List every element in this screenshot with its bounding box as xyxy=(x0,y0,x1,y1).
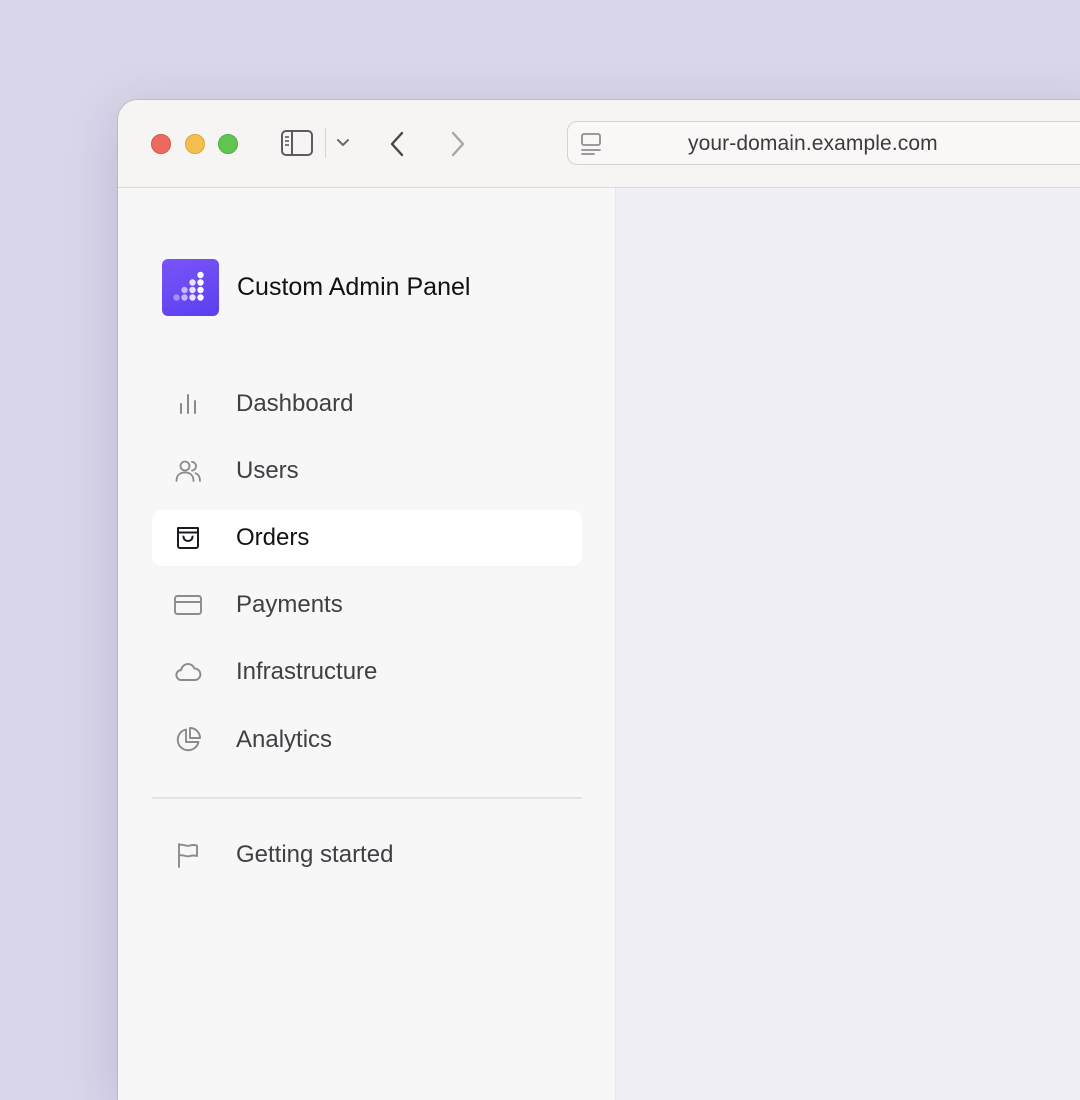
sidebar-item-label: Dashboard xyxy=(236,390,354,417)
url-text[interactable]: your-domain.example.com xyxy=(688,122,938,166)
bar-chart-icon xyxy=(180,394,196,414)
page-icon xyxy=(581,133,601,155)
sidebar-item-infrastructure[interactable]: Infrastructure xyxy=(152,644,582,700)
browser-window: your-domain.example.com Custom Admin Pan… xyxy=(118,100,1080,1100)
chevron-down-icon[interactable] xyxy=(335,137,351,149)
sidebar-item-label: Users xyxy=(236,457,299,484)
users-icon xyxy=(175,460,201,482)
pie-chart-icon xyxy=(176,727,201,752)
dot-grid-logo-icon xyxy=(162,259,219,316)
sidebar-item-getting-started[interactable]: Getting started xyxy=(152,827,582,883)
sidebar-item-label: Analytics xyxy=(236,726,333,753)
sidebar-toggle-icon[interactable] xyxy=(280,129,314,157)
toolbar-divider xyxy=(325,128,326,158)
credit-card-icon xyxy=(174,595,202,615)
sidebar-item-label: Payments xyxy=(236,591,343,618)
sidebar-item-label: Getting started xyxy=(236,841,394,868)
minimize-window-button[interactable] xyxy=(185,134,205,154)
sidebar-item-dashboard[interactable]: Dashboard xyxy=(152,376,582,432)
sidebar-item-label: Infrastructure xyxy=(236,658,378,685)
browser-toolbar: your-domain.example.com xyxy=(118,100,1080,188)
sidebar-item-users[interactable]: Users xyxy=(152,443,582,499)
flag-icon xyxy=(178,843,198,868)
address-bar[interactable]: your-domain.example.com xyxy=(567,121,1080,165)
cloud-icon xyxy=(175,663,202,681)
sidebar-divider xyxy=(152,797,582,799)
close-window-button[interactable] xyxy=(151,134,171,154)
sidebar-item-orders[interactable]: Orders xyxy=(152,510,582,566)
shopping-bag-icon xyxy=(177,527,199,549)
sidebar-item-analytics[interactable]: Analytics xyxy=(152,712,582,768)
sidebar-item-payments[interactable]: Payments xyxy=(152,577,582,633)
sidebar-item-label: Orders xyxy=(236,524,310,551)
back-arrow-icon[interactable] xyxy=(387,130,407,158)
main-content xyxy=(616,188,1080,1100)
app-title: Custom Admin Panel xyxy=(237,273,471,301)
sidebar: Custom Admin Panel Dashboard Users Order… xyxy=(118,188,616,1100)
zoom-window-button[interactable] xyxy=(218,134,238,154)
forward-arrow-icon[interactable] xyxy=(448,130,468,158)
